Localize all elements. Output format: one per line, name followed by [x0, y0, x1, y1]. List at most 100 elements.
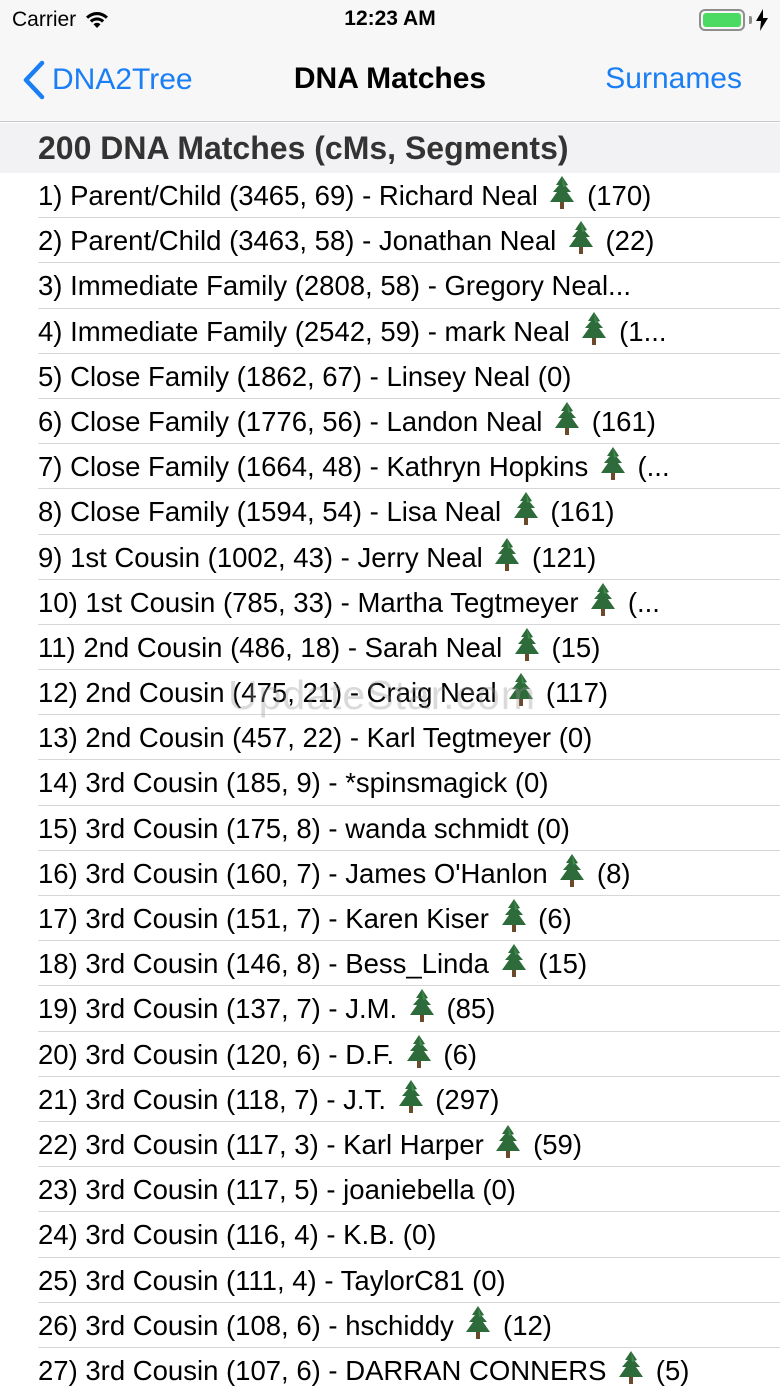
match-text: 26) 3rd Cousin (108, 6) - hschiddy — [38, 1309, 462, 1341]
tree-size-count: (121) — [524, 541, 597, 573]
back-button-label: DNA2Tree — [52, 63, 193, 96]
match-text: 19) 3rd Cousin (137, 7) - J.M. — [38, 993, 405, 1025]
match-text: 23) 3rd Cousin (117, 5) - joaniebella (0… — [38, 1174, 516, 1206]
match-text: 1) Parent/Child (3465, 69) - Richard Nea… — [38, 180, 546, 211]
table-row[interactable]: 1) Parent/Child (3465, 69) - Richard Nea… — [0, 173, 780, 219]
battery-icon — [699, 9, 745, 31]
match-text: 24) 3rd Cousin (116, 4) - K.B. (0) — [38, 1219, 437, 1251]
table-row[interactable]: 23) 3rd Cousin (117, 5) - joaniebella (0… — [0, 1167, 780, 1213]
status-bar: Carrier 12:23 AM — [0, 0, 780, 40]
match-text: 3) Immediate Family (2808, 58) - Gregory… — [38, 270, 631, 302]
table-row[interactable]: 12) 2nd Cousin (475, 21) - Craig Neal (1… — [0, 670, 780, 716]
tree-size-count: (5) — [648, 1354, 690, 1386]
table-row[interactable]: 2) Parent/Child (3463, 58) - Jonathan Ne… — [0, 218, 780, 264]
match-text: 15) 3rd Cousin (175, 8) - wanda schmidt … — [38, 812, 570, 844]
tree-icon — [407, 988, 437, 1031]
tree-size-count: (1... — [611, 315, 667, 347]
status-time: 12:23 AM — [344, 7, 436, 30]
match-text: 20) 3rd Cousin (120, 6) - D.F. — [38, 1038, 402, 1070]
tree-icon — [396, 1079, 426, 1122]
tree-icon — [404, 1034, 434, 1077]
tree-icon — [557, 853, 587, 896]
match-text: 17) 3rd Cousin (151, 7) - Karen Kiser — [38, 903, 497, 934]
table-row[interactable]: 21) 3rd Cousin (118, 7) - J.T. (297) — [0, 1077, 780, 1122]
table-row[interactable]: 15) 3rd Cousin (175, 8) - wanda schmidt … — [0, 806, 780, 851]
back-button[interactable]: DNA2Tree — [22, 60, 193, 100]
navigation-bar: DNA2Tree DNA Matches Surnames — [0, 40, 780, 122]
tree-icon — [616, 1350, 646, 1387]
table-row[interactable]: 10) 1st Cousin (785, 33) - Martha Tegtme… — [0, 580, 780, 625]
table-row[interactable]: 4) Immediate Family (2542, 59) - mark Ne… — [0, 309, 780, 354]
tree-size-count: (8) — [589, 857, 631, 889]
tree-size-count: (117) — [538, 677, 609, 709]
chevron-left-icon — [23, 60, 45, 100]
match-text: 5) Close Family (1862, 67) - Linsey Neal… — [38, 360, 572, 392]
tree-icon — [579, 311, 609, 354]
match-text: 10) 1st Cousin (785, 33) - Martha Tegtme… — [38, 586, 587, 618]
section-header: 200 DNA Matches (cMs, Segments) — [0, 123, 780, 173]
table-row[interactable]: 11) 2nd Cousin (486, 18) - Sarah Neal (1… — [0, 625, 780, 671]
table-row[interactable]: 7) Close Family (1664, 48) - Kathryn Hop… — [0, 444, 780, 490]
table-row[interactable]: 20) 3rd Cousin (120, 6) - D.F. (6) — [0, 1032, 780, 1077]
tree-icon — [547, 175, 577, 218]
table-row[interactable]: 14) 3rd Cousin (185, 9) - *spinsmagick (… — [0, 760, 780, 806]
table-row[interactable]: 22) 3rd Cousin (117, 3) - Karl Harper (5… — [0, 1122, 780, 1168]
tree-size-count: (297) — [427, 1083, 500, 1115]
surnames-button[interactable]: Surnames — [605, 62, 742, 96]
tree-icon — [499, 943, 529, 986]
tree-icon — [598, 446, 628, 489]
table-row[interactable]: 27) 3rd Cousin (107, 6) - DARRAN CONNERS… — [0, 1348, 780, 1387]
match-text: 4) Immediate Family (2542, 59) - mark Ne… — [38, 315, 578, 347]
tree-icon — [552, 401, 582, 444]
match-text: 11) 2nd Cousin (486, 18) - Sarah Neal — [38, 631, 510, 663]
table-row[interactable]: 13) 2nd Cousin (457, 22) - Karl Tegtmeye… — [0, 715, 780, 761]
table-row[interactable]: 5) Close Family (1862, 67) - Linsey Neal… — [0, 354, 780, 399]
match-text: 16) 3rd Cousin (160, 7) - James O'Hanlon — [38, 857, 556, 889]
table-row[interactable]: 18) 3rd Cousin (146, 8) - Bess_Linda (15… — [0, 941, 780, 987]
tree-size-count: (... — [620, 586, 660, 618]
table-row[interactable]: 17) 3rd Cousin (151, 7) - Karen Kiser (6… — [0, 896, 780, 942]
tree-size-count: (12) — [495, 1309, 552, 1341]
match-text: 14) 3rd Cousin (185, 9) - *spinsmagick (… — [38, 767, 549, 799]
charging-bolt-icon — [756, 9, 768, 31]
match-text: 12) 2nd Cousin (475, 21) - Craig Neal — [38, 677, 505, 709]
match-text: 2) Parent/Child (3463, 58) - Jonathan Ne… — [38, 225, 564, 257]
table-row[interactable]: 6) Close Family (1776, 56) - Landon Neal… — [0, 399, 780, 445]
table-row[interactable]: 8) Close Family (1594, 54) - Lisa Neal (… — [0, 489, 780, 535]
tree-size-count: (170) — [579, 180, 652, 211]
match-text: 6) Close Family (1776, 56) - Landon Neal — [38, 405, 551, 437]
match-text: 25) 3rd Cousin (111, 4) - TaylorC81 (0) — [38, 1264, 506, 1296]
table-row[interactable]: 26) 3rd Cousin (108, 6) - hschiddy (12) — [0, 1303, 780, 1348]
tree-icon — [588, 582, 618, 625]
match-text: 21) 3rd Cousin (118, 7) - J.T. — [38, 1083, 394, 1115]
matches-list[interactable]: 1) Parent/Child (3465, 69) - Richard Nea… — [0, 173, 780, 1387]
tree-icon — [566, 220, 596, 263]
tree-icon — [506, 672, 536, 715]
tree-icon — [493, 1124, 523, 1167]
battery-level — [703, 13, 741, 27]
match-text: 8) Close Family (1594, 54) - Lisa Neal — [38, 496, 509, 528]
table-row[interactable]: 25) 3rd Cousin (111, 4) - TaylorC81 (0) — [0, 1258, 780, 1303]
tree-icon — [512, 627, 542, 670]
table-row[interactable]: 24) 3rd Cousin (116, 4) - K.B. (0) — [0, 1212, 780, 1258]
match-text: 7) Close Family (1664, 48) - Kathryn Hop… — [38, 451, 596, 483]
table-row[interactable]: 3) Immediate Family (2808, 58) - Gregory… — [0, 263, 780, 309]
match-text: 9) 1st Cousin (1002, 43) - Jerry Neal — [38, 541, 491, 573]
table-row[interactable]: 19) 3rd Cousin (137, 7) - J.M. (85) — [0, 986, 780, 1032]
match-text: 22) 3rd Cousin (117, 3) - Karl Harper — [38, 1128, 492, 1160]
match-text: 18) 3rd Cousin (146, 8) - Bess_Linda — [38, 948, 497, 980]
tree-size-count: (161) — [542, 496, 615, 528]
tree-size-count: (161) — [584, 405, 656, 437]
tree-size-count: (85) — [438, 993, 496, 1025]
table-row[interactable]: 9) 1st Cousin (1002, 43) - Jerry Neal (1… — [0, 535, 780, 580]
match-text: 27) 3rd Cousin (107, 6) - DARRAN CONNERS — [38, 1354, 615, 1386]
match-text: 13) 2nd Cousin (457, 22) - Karl Tegtmeye… — [38, 722, 593, 754]
tree-size-count: (15) — [543, 631, 601, 663]
battery-indicator — [699, 9, 768, 31]
table-row[interactable]: 16) 3rd Cousin (160, 7) - James O'Hanlon… — [0, 851, 780, 896]
tree-size-count: (59) — [525, 1128, 582, 1160]
tree-icon — [499, 898, 529, 941]
tree-size-count: (15) — [530, 948, 588, 980]
tree-size-count: (... — [629, 451, 670, 483]
battery-tip — [749, 16, 752, 24]
